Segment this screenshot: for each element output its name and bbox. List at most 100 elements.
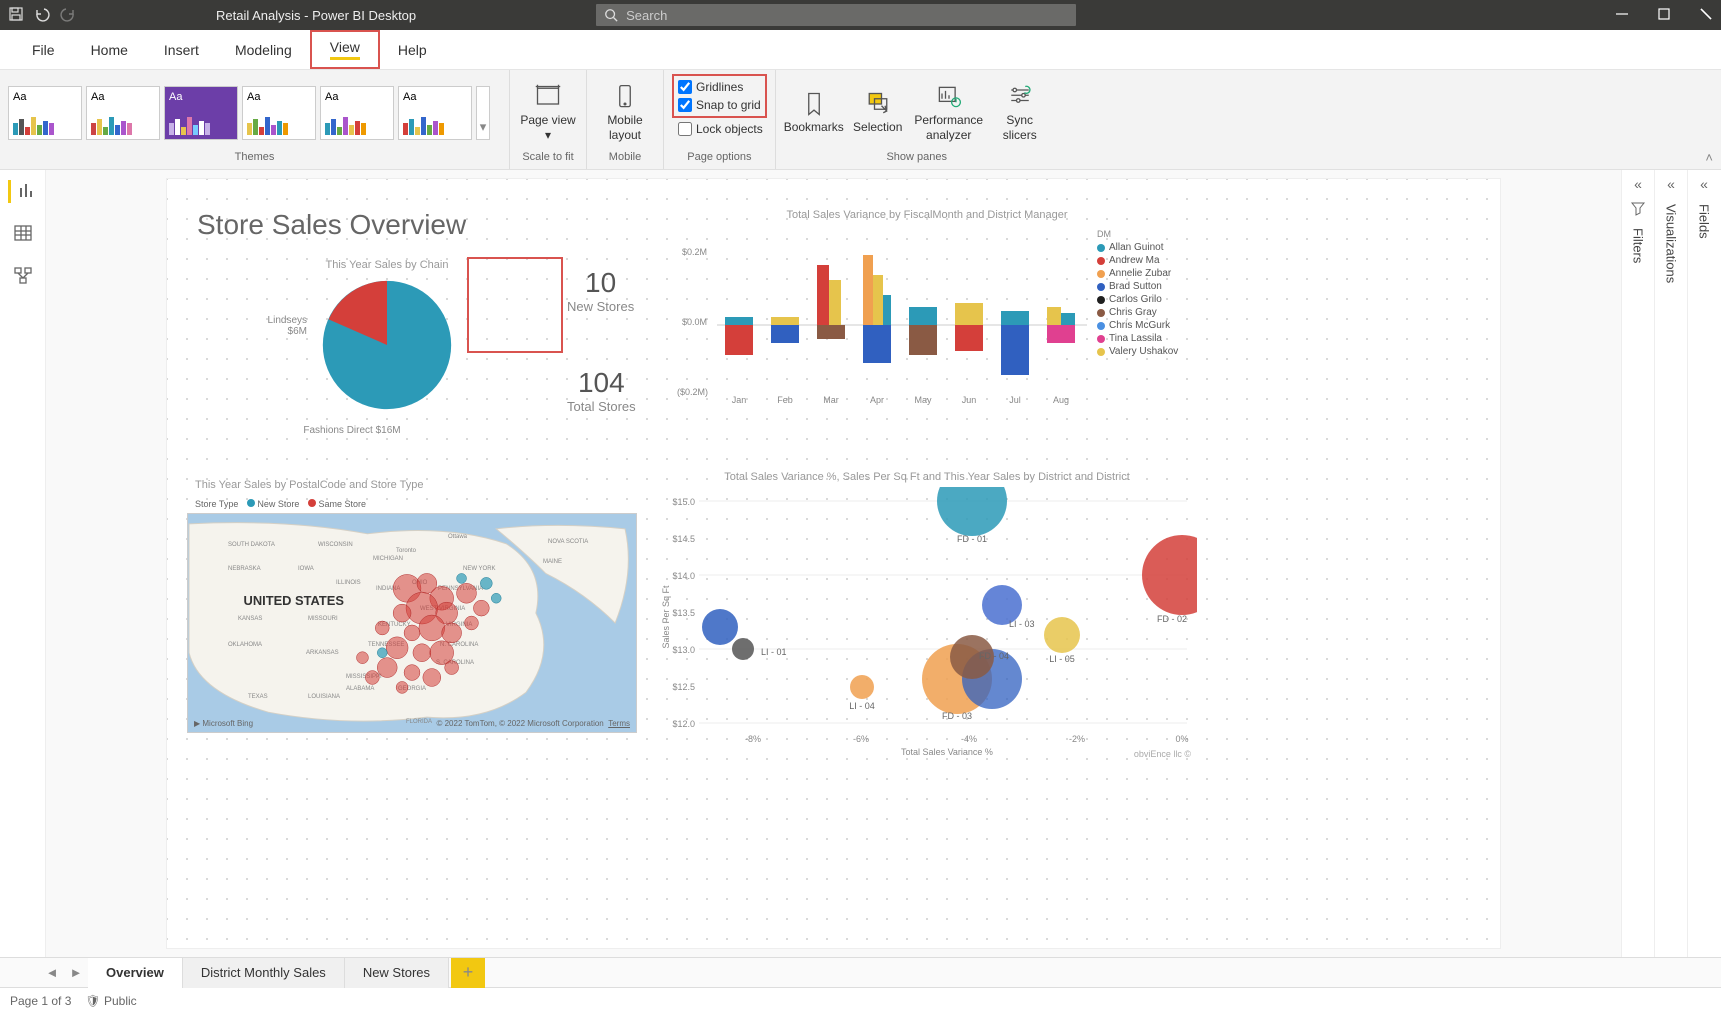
tab-overview[interactable]: Overview (88, 958, 183, 988)
data-view-icon[interactable] (13, 223, 33, 246)
map-title: This Year Sales by PostalCode and Store … (187, 479, 637, 491)
visualizations-pane[interactable]: «Visualizations (1654, 170, 1687, 957)
svg-text:$13.5: $13.5 (672, 608, 695, 618)
undo-icon[interactable] (34, 6, 50, 25)
page-view-button[interactable]: Page view ▾ (518, 83, 578, 142)
model-view-icon[interactable] (13, 266, 33, 289)
svg-text:Aug: Aug (1053, 395, 1069, 405)
menu-file[interactable]: File (14, 30, 73, 69)
search-box[interactable]: Search (596, 4, 1076, 26)
window-title: Retail Analysis - Power BI Desktop (216, 8, 416, 23)
svg-text:Total Sales Variance %: Total Sales Variance % (901, 747, 993, 757)
svg-text:($0.2M): ($0.2M) (677, 387, 708, 397)
menu-bar: File Home Insert Modeling View Help (0, 30, 1721, 70)
add-page-button[interactable]: + (451, 958, 485, 988)
svg-text:FD - 01: FD - 01 (957, 534, 987, 544)
grid-highlight-box (467, 257, 563, 353)
svg-text:Sales Per Sq Ft: Sales Per Sq Ft (661, 585, 671, 649)
scatter-title: Total Sales Variance %, Sales Per Sq Ft … (657, 471, 1197, 483)
svg-text:Jul: Jul (1009, 395, 1021, 405)
svg-text:LI - 01: LI - 01 (761, 647, 787, 657)
menu-home[interactable]: Home (73, 30, 146, 69)
svg-text:-8%: -8% (745, 734, 761, 744)
tab-prev-icon[interactable]: ◄ (40, 965, 64, 980)
theme-option-1[interactable]: Aa (8, 86, 82, 140)
pie-slice1-label: Lindseys $6M (247, 315, 307, 337)
selection-button[interactable]: Selection (848, 90, 908, 134)
theme-option-5[interactable]: Aa (320, 86, 394, 140)
svg-text:$12.5: $12.5 (672, 682, 695, 692)
maximize-icon[interactable] (1657, 7, 1671, 24)
page-indicator: Page 1 of 3 (10, 994, 71, 1008)
title-bar: Retail Analysis - Power BI Desktop Searc… (0, 0, 1721, 30)
theme-option-4[interactable]: Aa (242, 86, 316, 140)
left-view-rail (0, 170, 46, 957)
gridlines-checkbox[interactable]: Gridlines (678, 78, 761, 96)
svg-text:FD - 02: FD - 02 (1157, 614, 1187, 624)
svg-text:$0.2M: $0.2M (682, 247, 707, 257)
report-canvas[interactable]: Store Sales Overview This Year Sales by … (166, 178, 1501, 949)
bar-legend: DM Allan Guinot Andrew Ma Annelie Zubar … (1097, 229, 1178, 358)
svg-text:0%: 0% (1175, 734, 1188, 744)
theme-option-2[interactable]: Aa (86, 86, 160, 140)
bookmarks-button[interactable]: Bookmarks (784, 90, 844, 134)
theme-option-6[interactable]: Aa (398, 86, 472, 140)
right-panes: «Filters «Visualizations «Fields (1621, 170, 1721, 957)
menu-help[interactable]: Help (380, 30, 445, 69)
search-icon (604, 8, 618, 22)
menu-modeling[interactable]: Modeling (217, 30, 310, 69)
mobile-layout-button[interactable]: Mobile layout (595, 83, 655, 142)
svg-text:Mar: Mar (823, 395, 839, 405)
scatter-visual[interactable]: Total Sales Variance %, Sales Per Sq Ft … (657, 471, 1197, 761)
sensitivity-label[interactable]: 🛡 Public (85, 994, 136, 1008)
svg-text:-6%: -6% (853, 734, 869, 744)
svg-text:$14.5: $14.5 (672, 534, 695, 544)
search-placeholder: Search (626, 8, 667, 23)
svg-text:$14.0: $14.0 (672, 571, 695, 581)
svg-text:$15.0: $15.0 (672, 497, 695, 507)
workspace: Store Sales Overview This Year Sales by … (0, 170, 1721, 957)
svg-text:LI - 05: LI - 05 (1049, 654, 1075, 664)
themes-dropdown-icon[interactable]: ▾ (476, 86, 490, 140)
status-bar: Page 1 of 3 🛡 Public (0, 987, 1721, 1013)
redo-icon[interactable] (60, 6, 76, 25)
bar-title: Total Sales Variance by FiscalMonth and … (667, 209, 1187, 221)
group-label-themes: Themes (8, 151, 501, 167)
menu-insert[interactable]: Insert (146, 30, 217, 69)
performance-analyzer-button[interactable]: Performance analyzer (912, 83, 986, 142)
collapse-ribbon-icon[interactable]: ˄ (1697, 146, 1721, 169)
report-view-icon[interactable] (8, 180, 37, 203)
svg-text:$12.0: $12.0 (672, 719, 695, 729)
tab-next-icon[interactable]: ► (64, 965, 88, 980)
ribbon: Aa Aa Aa Aa Aa Aa ▾ Themes Page view ▾ S… (0, 70, 1721, 170)
kpi-new-stores[interactable]: 10 New Stores (567, 267, 634, 314)
tab-district[interactable]: District Monthly Sales (183, 958, 345, 988)
lock-objects-checkbox[interactable]: Lock objects (672, 120, 763, 138)
map-visual[interactable]: This Year Sales by PostalCode and Store … (187, 479, 637, 733)
svg-text:Jun: Jun (962, 395, 977, 405)
svg-text:-2%: -2% (1069, 734, 1085, 744)
tab-newstores[interactable]: New Stores (345, 958, 449, 988)
filters-pane[interactable]: «Filters (1621, 170, 1654, 957)
svg-text:LI - 03: LI - 03 (1009, 619, 1035, 629)
group-label-mobile: Mobile (595, 151, 655, 167)
group-label-scale: Scale to fit (518, 151, 578, 167)
minimize-icon[interactable] (1615, 7, 1629, 24)
group-label-showpanes: Show panes (784, 151, 1050, 167)
copyright: obviEnce llc © (1134, 749, 1191, 759)
sync-slicers-button[interactable]: Sync slicers (990, 83, 1050, 142)
pie-slice2-label: Fashions Direct $16M (297, 425, 407, 436)
svg-text:Feb: Feb (777, 395, 793, 405)
svg-text:-4%: -4% (961, 734, 977, 744)
svg-text:Apr: Apr (870, 395, 884, 405)
fields-pane[interactable]: «Fields (1687, 170, 1720, 957)
theme-option-3[interactable]: Aa (164, 86, 238, 140)
svg-text:LI - 04: LI - 04 (849, 701, 875, 711)
close-icon[interactable] (1699, 7, 1713, 24)
kpi-total-stores[interactable]: 104 Total Stores (567, 367, 636, 414)
page-title: Store Sales Overview (197, 209, 466, 241)
snap-to-grid-checkbox[interactable]: Snap to grid (678, 96, 761, 114)
menu-view[interactable]: View (310, 30, 380, 69)
save-icon[interactable] (8, 6, 24, 25)
svg-text:Jan: Jan (732, 395, 747, 405)
